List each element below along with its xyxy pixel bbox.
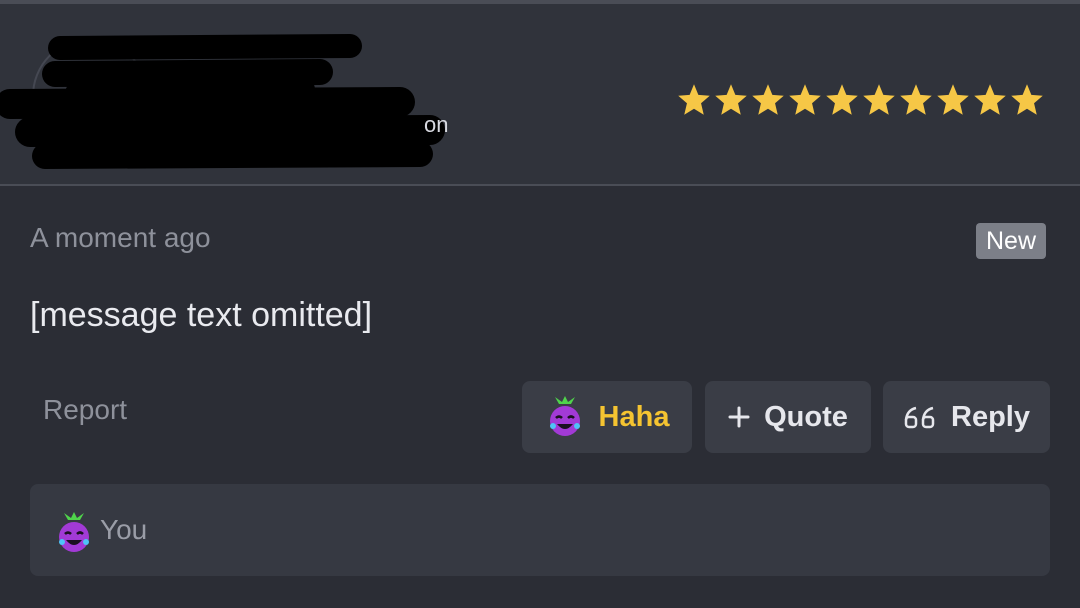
star-icon <box>789 84 821 115</box>
star-icon <box>678 84 710 115</box>
laughing-eggplant-icon <box>549 396 580 436</box>
plus-icon <box>728 406 750 428</box>
star-icon <box>937 84 969 115</box>
reaction-summary[interactable]: You <box>30 484 1050 576</box>
star-icon <box>752 84 784 115</box>
report-link[interactable]: Report <box>43 394 127 426</box>
username-fragment[interactable]: on <box>424 112 448 138</box>
quote-label: Quote <box>764 400 848 433</box>
redaction-scribble <box>0 34 445 169</box>
reply-label: Reply <box>951 400 1030 433</box>
star-icon <box>863 84 895 115</box>
new-badge: New <box>976 223 1047 259</box>
star-icon <box>715 84 747 115</box>
star-icon <box>900 84 932 115</box>
reply-button[interactable]: Reply <box>883 381 1050 453</box>
haha-label: Haha <box>598 400 670 433</box>
post-header: on <box>0 4 1080 186</box>
quote-marks-icon <box>904 406 935 429</box>
message-body: [message text omitted] <box>30 296 373 334</box>
post-timestamp: A moment ago <box>30 222 211 253</box>
star-icon <box>826 84 858 115</box>
quote-button[interactable]: Quote <box>705 381 871 453</box>
star-icon <box>1011 84 1043 115</box>
reactor-name: You <box>100 514 148 545</box>
laughing-eggplant-icon <box>59 512 89 552</box>
haha-button[interactable]: Haha <box>522 381 692 453</box>
star-icon <box>974 84 1006 115</box>
rating-stars <box>676 82 1045 118</box>
